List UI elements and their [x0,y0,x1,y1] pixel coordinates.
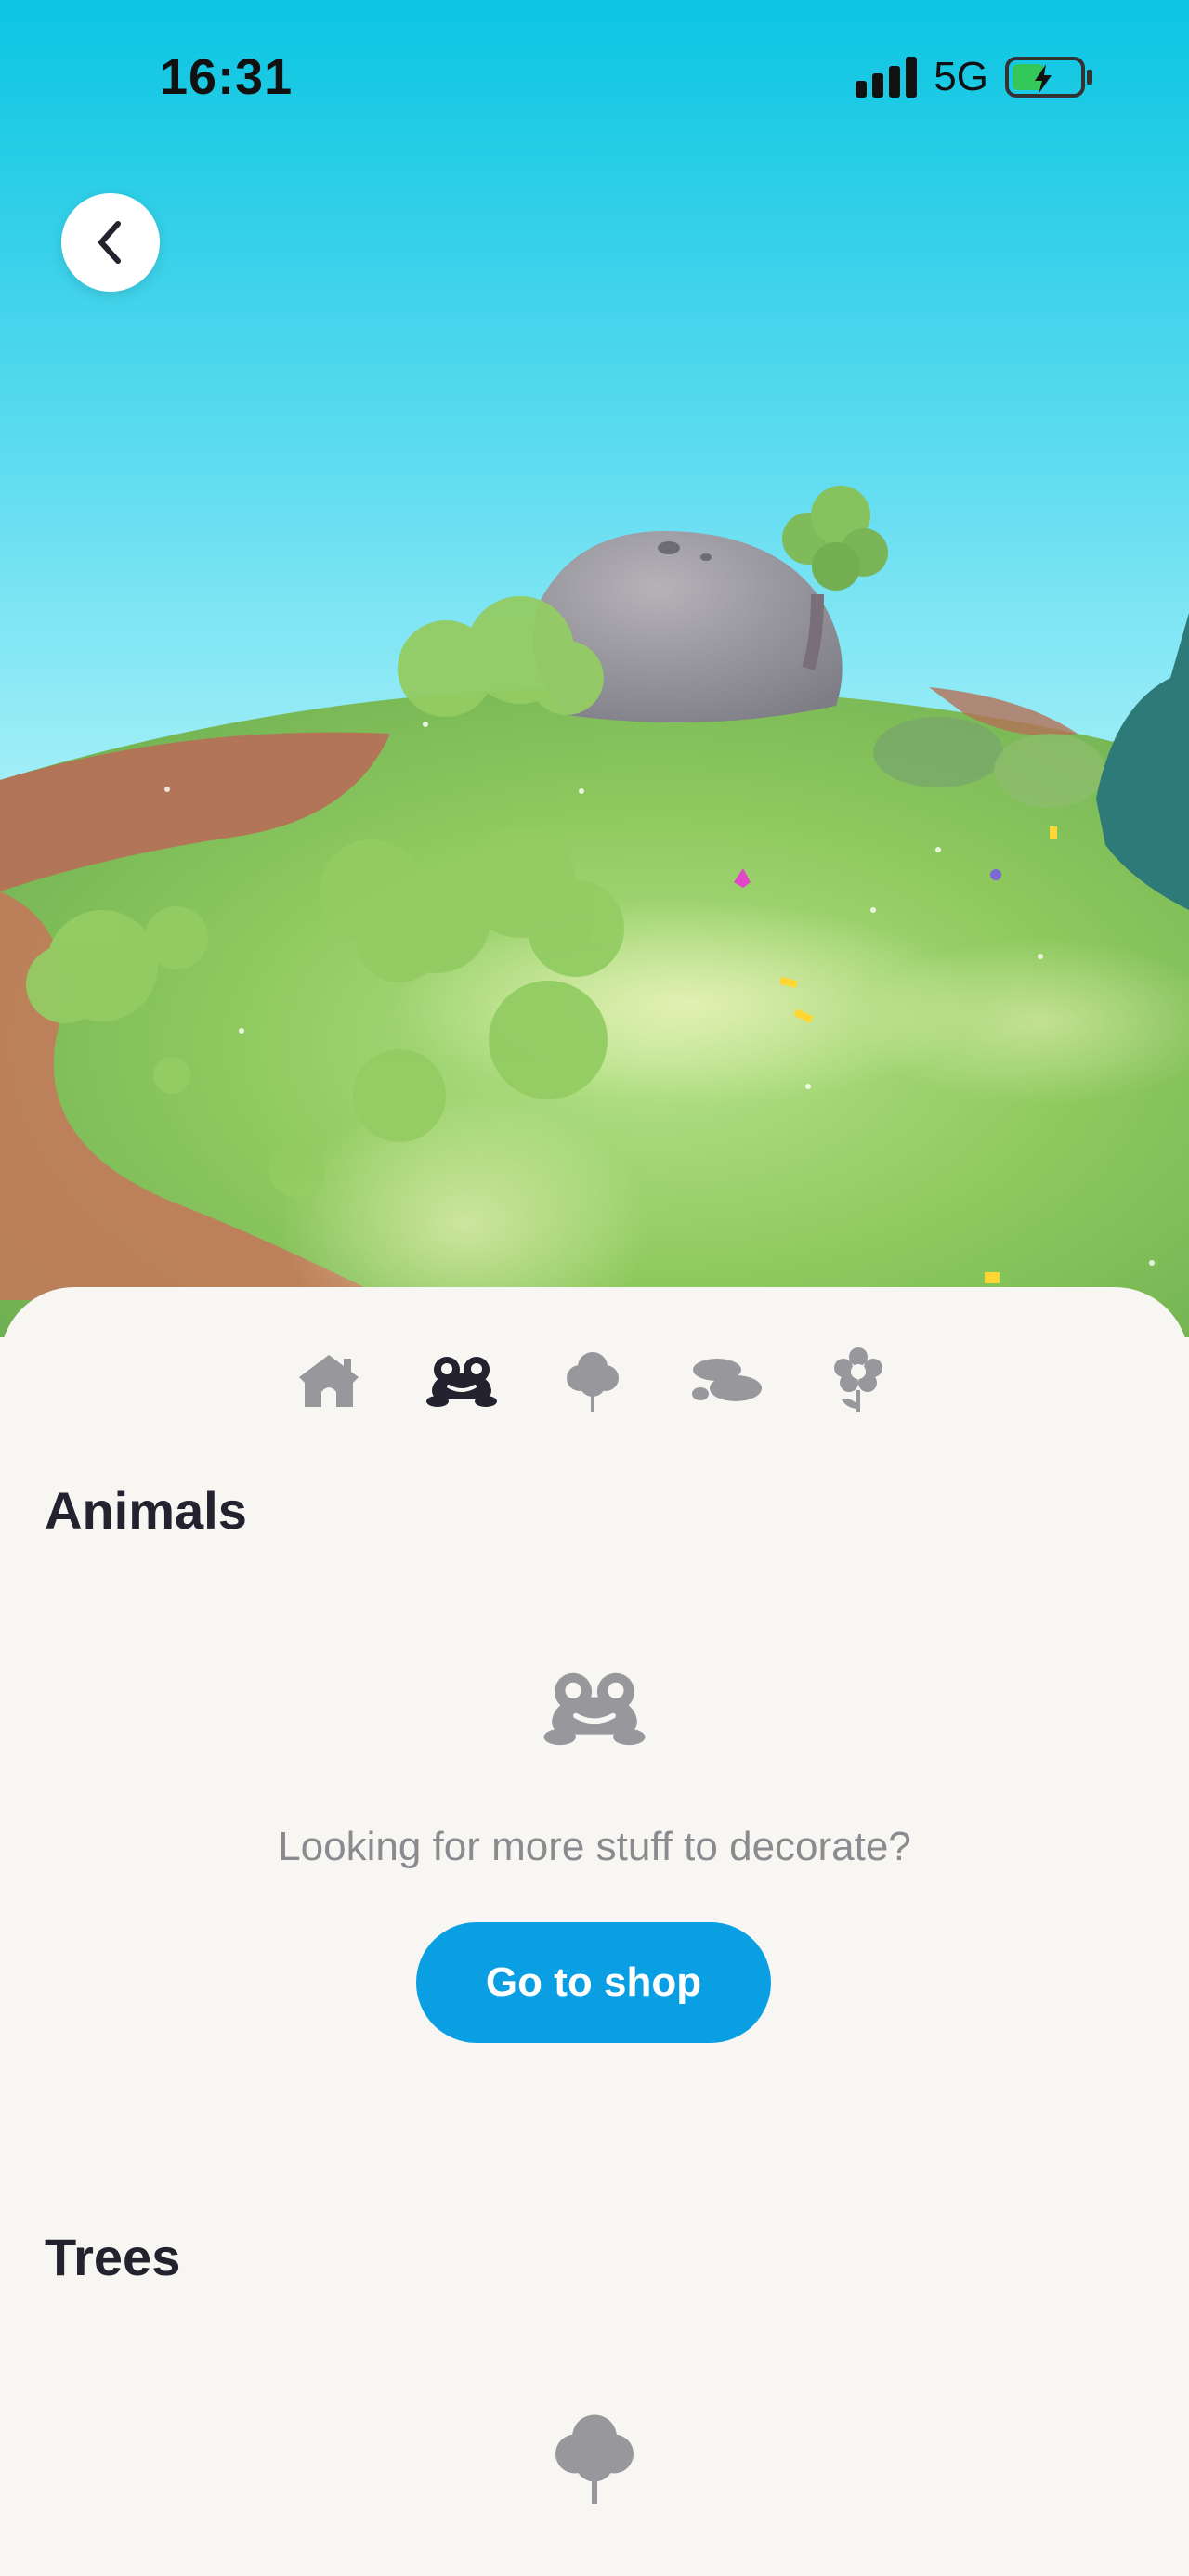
tab-house[interactable] [282,1339,375,1423]
status-time: 16:31 [160,49,294,105]
tab-flowers[interactable] [812,1339,905,1423]
tree-icon [567,1352,619,1412]
animals-section-title: Animals [45,1481,247,1540]
cellular-signal-icon [856,57,918,98]
back-button[interactable] [61,193,160,292]
flower-icon [834,1347,882,1412]
battery-charging-icon [1005,57,1092,98]
animals-empty-icon-wrap [0,1668,1189,1748]
decorate-prompt: Looking for more stuff to decorate? [278,1824,911,1869]
trees-empty-icon-wrap [0,2407,1189,2509]
category-tabs [0,1339,1189,1432]
house-icon [299,1355,359,1407]
tab-trees[interactable] [546,1339,639,1423]
go-to-shop-button[interactable]: Go to shop [416,1922,771,2043]
decorations-sheet: Animals Looking for more stuff to decora… [0,1287,1189,2576]
frog-icon [543,1672,646,1746]
network-type: 5G [934,54,988,99]
frog-icon [426,1357,497,1407]
tab-animals[interactable] [415,1339,508,1423]
tab-rocks[interactable] [680,1339,773,1423]
trees-section-title: Trees [45,2228,181,2286]
chevron-left-icon [98,221,121,264]
island-scene [0,0,1189,1337]
tree-icon [555,2414,634,2504]
status-indicators: 5G [856,54,1092,100]
rocks-icon [692,1359,762,1401]
